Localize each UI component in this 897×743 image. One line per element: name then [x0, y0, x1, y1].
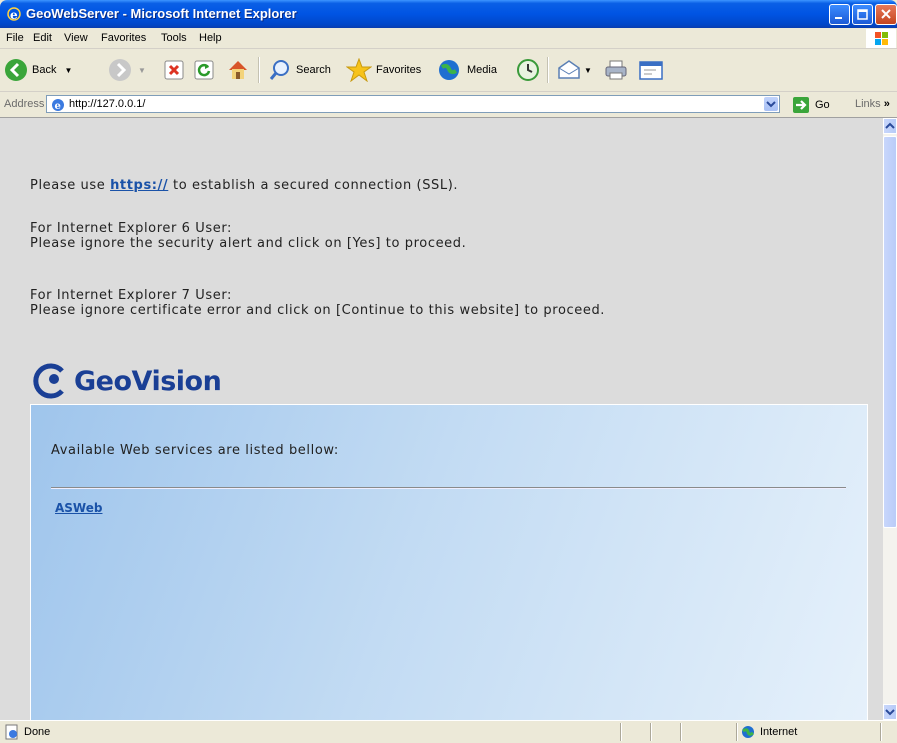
page-content: Please use https:// to establish a secur…: [0, 118, 883, 720]
favorites-star-icon: [346, 58, 372, 82]
internet-globe-icon: [742, 726, 754, 738]
links-label: Links: [855, 98, 881, 110]
security-zone: Internet: [760, 726, 798, 738]
chevron-down-icon: [766, 101, 776, 108]
services-panel: Available Web services are listed bellow…: [30, 404, 868, 720]
address-input[interactable]: e http://127.0.0.1/: [46, 95, 780, 113]
back-button[interactable]: Back ▼: [4, 57, 72, 83]
address-bar: Address e http://127.0.0.1/ Go Links »: [0, 92, 897, 118]
ie6-instructions: Please ignore the security alert and cli…: [30, 236, 467, 251]
home-button[interactable]: [226, 57, 250, 83]
status-divider: [680, 723, 682, 741]
divider: [51, 487, 846, 489]
geovision-logo: GeoVision: [32, 358, 222, 404]
ssl-prefix-text: Please use: [30, 178, 111, 193]
status-divider: [650, 723, 652, 741]
services-label: Available Web services are listed bellow…: [51, 443, 339, 458]
stop-icon: [164, 60, 184, 80]
media-label: Media: [467, 64, 497, 76]
scroll-up-button[interactable]: [883, 118, 897, 134]
search-label: Search: [296, 64, 331, 76]
mail-dropdown-icon[interactable]: ▼: [584, 66, 592, 75]
media-globe-icon: [439, 60, 459, 80]
mail-icon: [558, 60, 580, 79]
back-label: Back: [32, 64, 57, 76]
ie7-instructions: Please ignore certificate error and clic…: [30, 303, 606, 318]
https-link[interactable]: https://: [110, 178, 168, 193]
svg-text:e: e: [10, 8, 18, 22]
chevron-up-icon: [885, 122, 895, 129]
status-divider: [620, 723, 622, 741]
printer-icon: [605, 60, 627, 80]
chevron-down-icon: [885, 709, 895, 716]
address-url: http://127.0.0.1/: [69, 98, 146, 110]
window-title: GeoWebServer - Microsoft Internet Explor…: [26, 6, 297, 21]
menu-bar: File Edit View Favorites Tools Help: [0, 28, 897, 49]
refresh-button[interactable]: [193, 57, 215, 83]
menu-view[interactable]: View: [64, 32, 88, 44]
page-done-icon: [5, 724, 18, 740]
close-icon: [881, 9, 891, 19]
vertical-scrollbar[interactable]: [883, 118, 897, 720]
ie7-heading: For Internet Explorer 7 User:: [30, 288, 233, 303]
forward-button[interactable]: ▼: [108, 57, 146, 83]
minimize-button[interactable]: [829, 4, 850, 25]
toolbar-separator: [547, 57, 549, 83]
scroll-down-button[interactable]: [883, 704, 897, 720]
search-button[interactable]: Search: [268, 57, 331, 83]
home-icon: [229, 61, 247, 79]
menu-file[interactable]: File: [6, 32, 24, 44]
ssl-suffix-text: to establish a secured connection (SSL).: [168, 178, 459, 193]
links-button[interactable]: Links »: [855, 98, 890, 110]
go-label: Go: [815, 99, 830, 111]
status-text: Done: [24, 726, 51, 738]
edit-page-icon: [639, 61, 663, 80]
windows-flag-icon: [866, 29, 896, 48]
ssl-message: Please use https:// to establish a secur…: [30, 178, 458, 193]
stop-button[interactable]: [163, 57, 185, 83]
close-button[interactable]: [875, 4, 897, 25]
edit-button[interactable]: [638, 57, 664, 83]
go-button[interactable]: Go: [792, 96, 830, 114]
menu-tools[interactable]: Tools: [161, 32, 187, 44]
status-bar: Done Internet: [0, 720, 897, 743]
refresh-icon: [194, 60, 214, 80]
history-icon: [517, 59, 539, 81]
print-button[interactable]: [604, 57, 628, 83]
minimize-icon: [835, 17, 842, 19]
menu-help[interactable]: Help: [199, 32, 222, 44]
history-button[interactable]: [516, 57, 540, 83]
media-button[interactable]: Media: [437, 57, 497, 83]
forward-arrow-icon: [109, 59, 131, 81]
geovision-logo-icon: [33, 363, 64, 399]
address-label: Address: [4, 98, 45, 110]
go-arrow-icon: [793, 97, 809, 113]
scroll-thumb[interactable]: [883, 136, 897, 528]
search-icon: [269, 60, 289, 80]
forward-dropdown-icon[interactable]: ▼: [138, 66, 146, 75]
standard-toolbar: Back ▼ ▼ Search Favorites Media ▼: [0, 49, 897, 92]
maximize-icon: [857, 9, 868, 20]
address-dropdown-button[interactable]: [764, 97, 778, 111]
mail-button[interactable]: ▼: [556, 57, 592, 83]
page-icon: e: [52, 99, 64, 112]
back-dropdown-icon[interactable]: ▼: [64, 66, 72, 75]
favorites-label: Favorites: [376, 64, 422, 76]
ie-logo-icon: e: [6, 6, 22, 22]
menu-edit[interactable]: Edit: [33, 32, 52, 44]
title-bar: e GeoWebServer - Microsoft Internet Expl…: [0, 0, 897, 28]
back-arrow-icon: [5, 59, 27, 81]
menu-favorites[interactable]: Favorites: [101, 32, 146, 44]
favorites-button[interactable]: Favorites: [346, 57, 421, 83]
toolbar-separator: [258, 57, 260, 83]
status-divider: [880, 723, 882, 741]
maximize-button[interactable]: [852, 4, 873, 25]
service-link-asweb[interactable]: ASWeb: [55, 501, 102, 515]
geovision-logo-text: GeoVision: [74, 365, 222, 397]
status-divider: [736, 723, 738, 741]
svg-text:e: e: [55, 101, 61, 112]
ie6-heading: For Internet Explorer 6 User:: [30, 221, 233, 236]
